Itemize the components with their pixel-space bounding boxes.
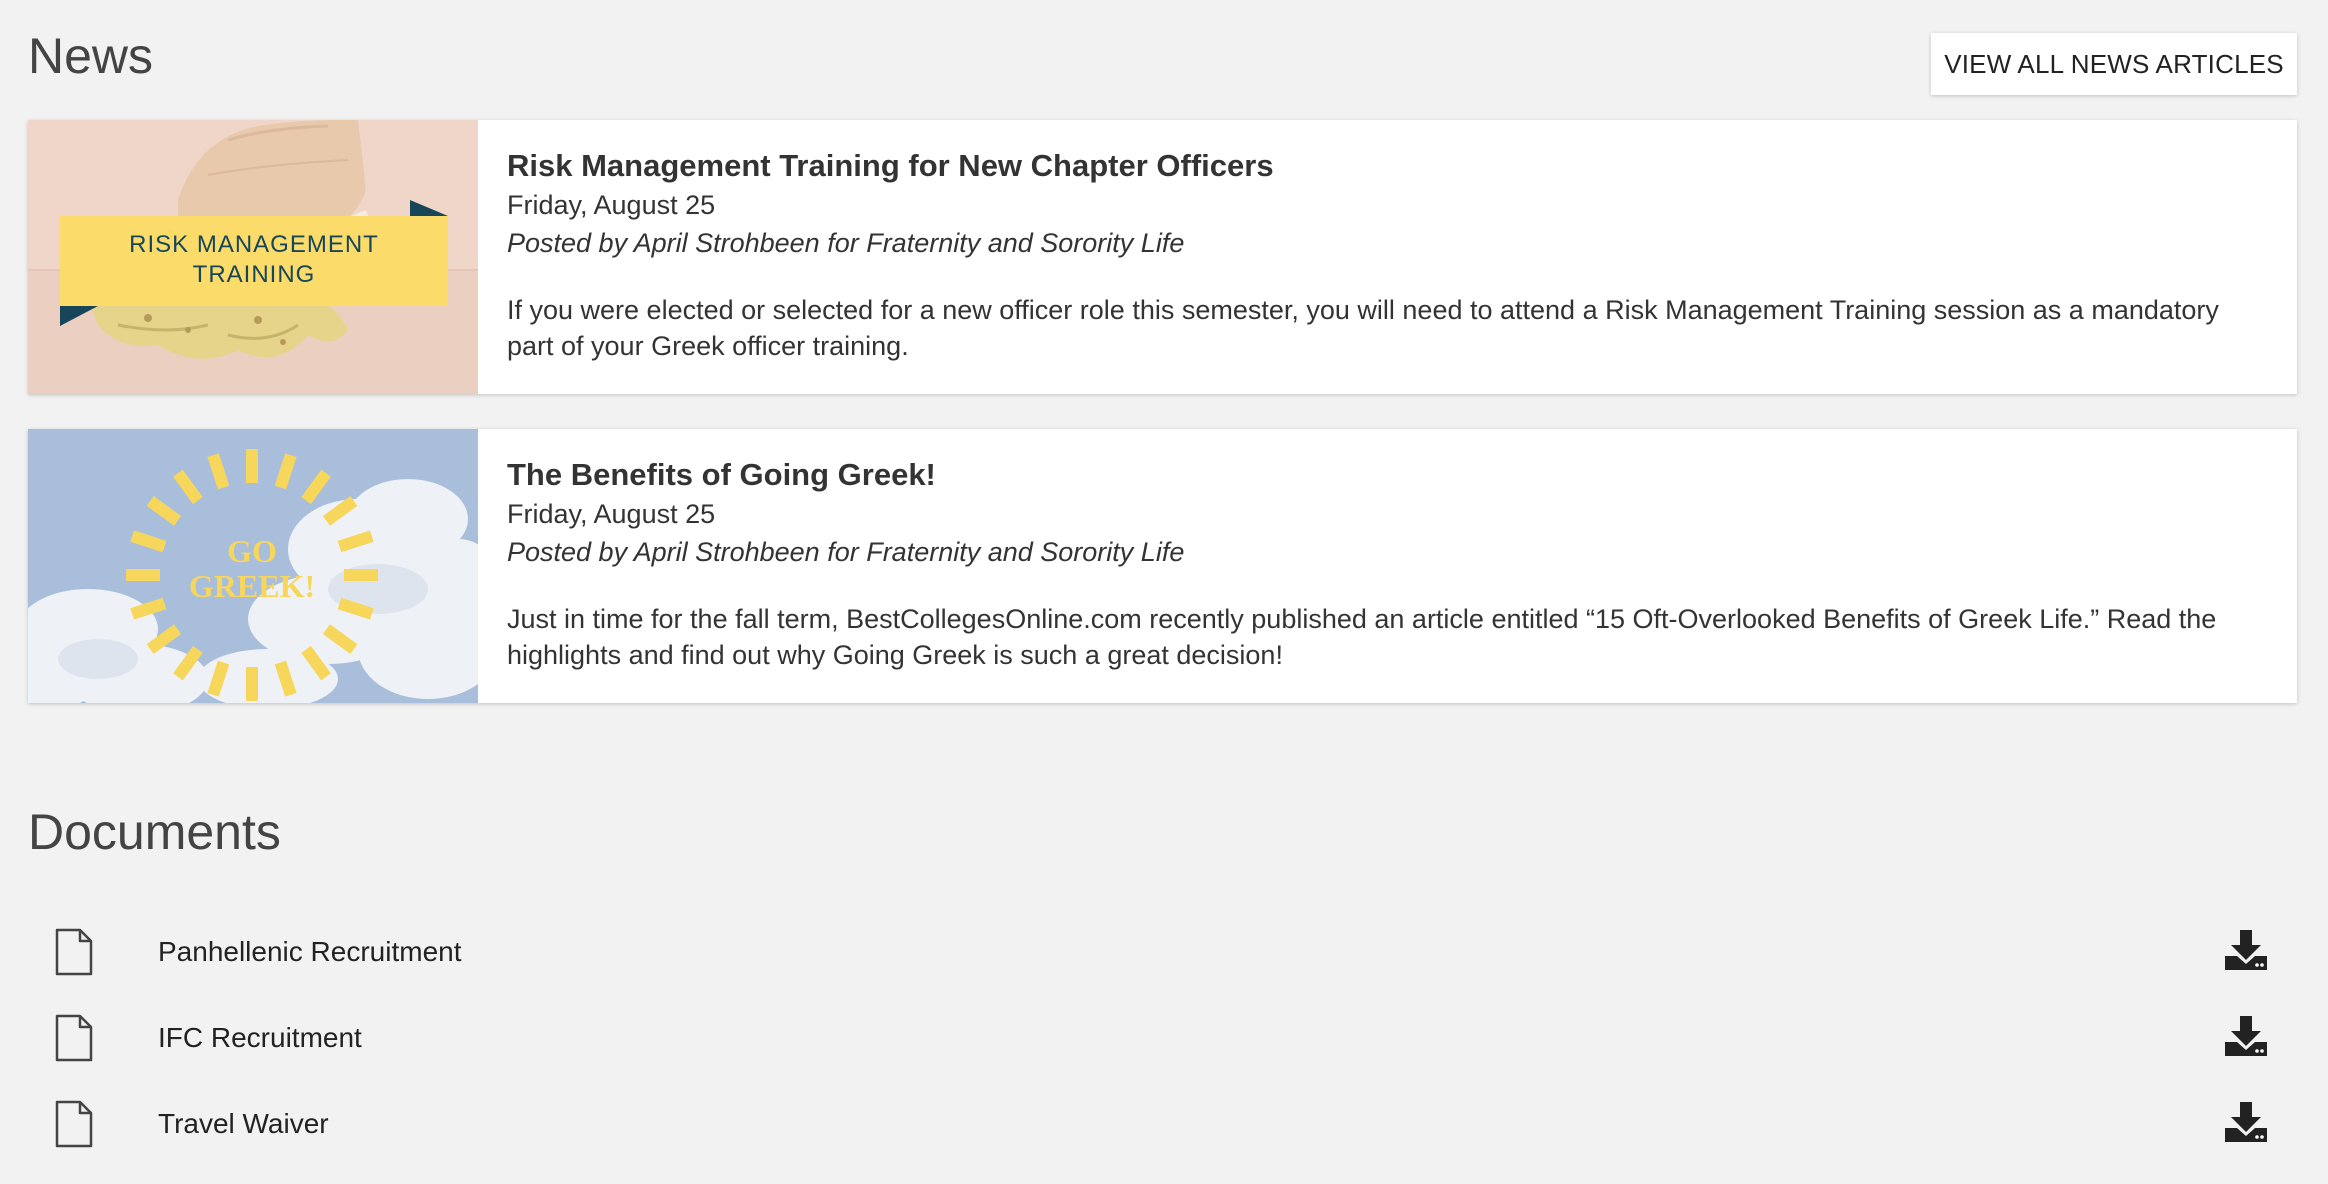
news-card-date: Friday, August 25 — [507, 499, 716, 529]
document-row[interactable]: Travel Waiver — [28, 1094, 2297, 1154]
documents-section-title: Documents — [28, 804, 281, 860]
view-all-news-button[interactable]: VIEW ALL NEWS ARTICLES — [1931, 33, 2297, 95]
document-row[interactable]: Panhellenic Recruitment — [28, 922, 2297, 982]
news-card-date: Friday, August 25 — [507, 190, 716, 220]
news-card-title[interactable]: Risk Management Training for New Chapter… — [507, 146, 2269, 186]
file-icon — [55, 928, 93, 976]
page: News VIEW ALL NEWS ARTICLES RISK MANAGEM… — [28, 0, 2297, 1184]
news-thumbnail[interactable]: RISK MANAGEMENT TRAINING — [28, 120, 478, 394]
thumbnail-text-line-2: GREEK! — [189, 568, 315, 604]
news-card-author: Posted by April Strohbeen for Fraternity… — [507, 228, 1185, 258]
news-card-body: The Benefits of Going Greek! Friday, Aug… — [507, 455, 2269, 673]
thumbnail-banner-line-1: RISK MANAGEMENT — [129, 231, 379, 258]
news-card[interactable]: RISK MANAGEMENT TRAINING Risk Management… — [28, 120, 2297, 394]
document-name-link[interactable]: Travel Waiver — [158, 1104, 329, 1144]
news-card-body: Risk Management Training for New Chapter… — [507, 146, 2269, 364]
download-icon[interactable] — [2225, 1102, 2267, 1142]
news-header: News VIEW ALL NEWS ARTICLES — [28, 26, 2297, 106]
news-card-excerpt: If you were elected or selected for a ne… — [507, 295, 2219, 361]
news-card-title[interactable]: The Benefits of Going Greek! — [507, 455, 2269, 495]
news-card-excerpt: Just in time for the fall term, BestColl… — [507, 604, 2217, 670]
news-card[interactable]: GO GREEK! The Benefits of Going Greek! F… — [28, 429, 2297, 703]
thumbnail-banner-line-2: TRAINING — [193, 261, 316, 288]
news-section-title: News — [28, 28, 154, 84]
document-name-link[interactable]: IFC Recruitment — [158, 1018, 362, 1058]
thumbnail-text-line-1: GO — [227, 533, 277, 569]
download-icon[interactable] — [2225, 1016, 2267, 1056]
file-icon — [55, 1100, 93, 1148]
document-row[interactable]: IFC Recruitment — [28, 1008, 2297, 1068]
file-icon — [55, 1014, 93, 1062]
download-icon[interactable] — [2225, 930, 2267, 970]
news-thumbnail[interactable]: GO GREEK! — [28, 429, 478, 703]
news-card-author: Posted by April Strohbeen for Fraternity… — [507, 537, 1185, 567]
document-name-link[interactable]: Panhellenic Recruitment — [158, 932, 462, 972]
